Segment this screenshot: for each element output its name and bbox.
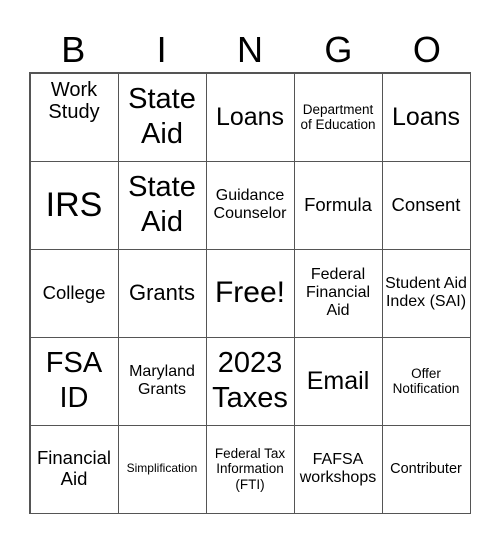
bingo-header: B I N G O	[29, 28, 471, 72]
bingo-cell[interactable]: College	[29, 248, 119, 338]
bingo-cell[interactable]: Consent	[381, 160, 471, 250]
bingo-cell[interactable]: Work Study	[29, 72, 119, 162]
bingo-cell[interactable]: Financial Aid	[29, 424, 119, 514]
header-letter-o: O	[412, 29, 441, 70]
header-letter-i: I	[156, 29, 167, 70]
bingo-grid: Work Study State Aid Loans Department of…	[29, 72, 471, 514]
bingo-cell[interactable]: Grants	[117, 248, 207, 338]
bingo-cell[interactable]: Contributer	[381, 424, 471, 514]
bingo-cell[interactable]: Simplification	[117, 424, 207, 514]
bingo-cell[interactable]: FAFSA workshops	[293, 424, 383, 514]
bingo-cell[interactable]: Federal Financial Aid	[293, 248, 383, 338]
bingo-cell[interactable]: Student Aid Index (SAI)	[381, 248, 471, 338]
bingo-cell[interactable]: Email	[293, 336, 383, 426]
header-letter-b: B	[61, 29, 86, 70]
bingo-cell-free[interactable]: Free!	[205, 248, 295, 338]
header-letter-n: N	[237, 29, 264, 70]
bingo-cell[interactable]: Formula	[293, 160, 383, 250]
bingo-cell[interactable]: FSA ID	[29, 336, 119, 426]
bingo-cell[interactable]: Loans	[381, 72, 471, 162]
bingo-cell[interactable]: Offer Notification	[381, 336, 471, 426]
bingo-cell[interactable]: Maryland Grants	[117, 336, 207, 426]
bingo-cell[interactable]: IRS	[29, 160, 119, 250]
bingo-cell[interactable]: Federal Tax Information (FTI)	[205, 424, 295, 514]
bingo-cell[interactable]: State Aid	[117, 160, 207, 250]
header-letter-g: G	[324, 29, 353, 70]
bingo-cell[interactable]: Loans	[205, 72, 295, 162]
bingo-cell[interactable]: Department of Education	[293, 72, 383, 162]
bingo-cell[interactable]: State Aid	[117, 72, 207, 162]
bingo-cell[interactable]: 2023 Taxes	[205, 336, 295, 426]
bingo-cell[interactable]: Guidance Counselor	[205, 160, 295, 250]
